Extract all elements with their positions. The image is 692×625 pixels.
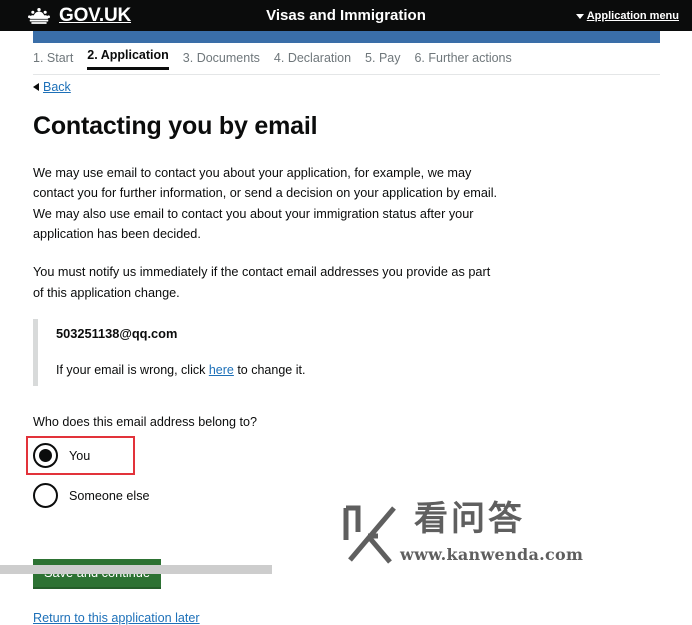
radio-circle-selected-icon[interactable] [33,443,58,469]
radio-group: You Someone else [26,435,503,515]
step-item-declaration[interactable]: 4. Declaration [274,51,351,70]
gov-uk-header: Visas and Immigration GOV.UK Application… [0,0,692,31]
email-inset-block: 503251138@qq.com If your email is wrong,… [33,319,503,386]
change-email-link[interactable]: here [209,363,234,377]
caret-down-icon [575,14,584,19]
step-navigation: 1. Start 2. Application 3. Documents 4. … [33,48,660,70]
step-item-pay[interactable]: 5. Pay [365,51,400,70]
radio-label-you: You [69,448,91,463]
step-item-documents[interactable]: 3. Documents [183,51,260,70]
back-arrow-icon [33,83,39,91]
step-item-start[interactable]: 1. Start [33,51,73,70]
email-hint-prefix: If your email is wrong, click [56,363,209,378]
main-content: Back Contacting you by email We may use … [26,78,503,625]
email-change-hint: If your email is wrong, click here to ch… [56,362,503,380]
intro-paragraph: We may use email to contact you about yo… [33,165,498,242]
radio-dot-icon [39,449,52,463]
radio-circle-icon[interactable] [33,483,58,509]
radio-question-label: Who does this email address belong to? [33,414,258,429]
return-later-link[interactable]: Return to this application later [33,611,503,625]
gov-uk-logo-link[interactable]: GOV.UK [26,6,131,25]
step-item-further-actions[interactable]: 6. Further actions [414,51,511,70]
application-menu-button[interactable]: Application menu [575,9,679,22]
back-link[interactable]: Back [33,80,71,94]
back-link-label: Back [43,80,71,94]
gov-uk-wordmark: GOV.UK [59,5,132,26]
notify-paragraph: You must notify us immediately if the co… [33,265,491,300]
step-item-application[interactable]: 2. Application [87,48,169,70]
step-divider [33,74,660,75]
application-menu-label: Application menu [586,9,679,22]
email-address-value: 503251138@qq.com [56,326,178,342]
horizontal-scrollbar-track[interactable] [0,565,692,574]
email-hint-suffix: to change it. [233,363,306,378]
radio-option-someone-else[interactable]: Someone else [33,477,503,515]
page-title: Contacting you by email [33,112,318,140]
crown-icon [26,7,52,25]
progress-bar [33,31,660,43]
radio-label-someone-else: Someone else [69,488,150,503]
radio-option-you[interactable]: You [33,437,503,475]
horizontal-scrollbar-thumb[interactable] [0,565,272,574]
